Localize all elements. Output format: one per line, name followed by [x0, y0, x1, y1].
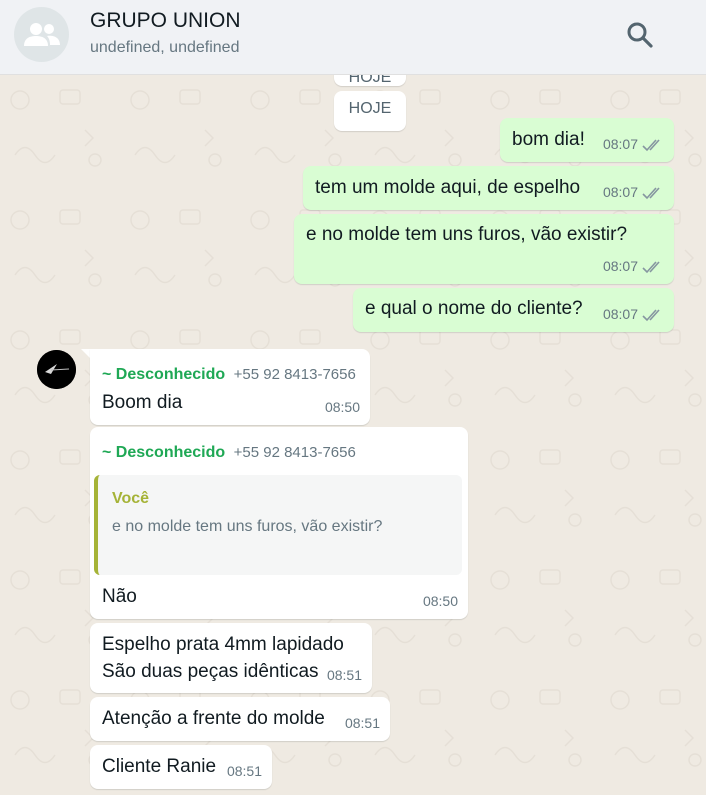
sender-avatar[interactable]: [37, 350, 76, 389]
message-meta: 08:07: [603, 301, 664, 328]
message-text-line1: Espelho prata 4mm lapidado: [102, 634, 344, 655]
date-chip-partial: HOJE: [334, 75, 406, 86]
date-chip-label: HOJE: [348, 100, 392, 117]
message-meta: 08:51: [345, 710, 380, 737]
double-check-icon: [642, 308, 660, 321]
message-out[interactable]: e no molde tem uns furos, vão existir? 0…: [294, 214, 674, 284]
double-check-icon: [642, 260, 660, 273]
sender-name[interactable]: ~ Desconhecido: [102, 366, 225, 383]
message-meta: 08:07: [603, 131, 664, 158]
message-time: 08:50: [324, 399, 360, 415]
message-text-line2: São duas peças idênticas: [102, 661, 319, 682]
quote-text: e no molde tem uns furos, vão existir?: [112, 518, 383, 535]
sender-line: ~ Desconhecido +55 92 8413-7656: [102, 361, 356, 388]
message-text: tem um molde aqui, de espelho: [315, 177, 581, 198]
message-text: e no molde tem uns furos, vão existir?: [306, 224, 628, 245]
message-meta: 08:07: [603, 253, 664, 280]
search-button[interactable]: [624, 19, 656, 51]
message-time: 08:07: [602, 258, 638, 274]
message-time: 08:50: [422, 593, 458, 609]
message-out[interactable]: bom dia! 08:07: [500, 118, 674, 162]
message-in[interactable]: ~ Desconhecido +55 92 8413-7656 Boom dia…: [90, 349, 370, 425]
message-time: 08:07: [602, 136, 638, 152]
search-icon: [627, 22, 653, 48]
message-text: Boom dia: [102, 392, 183, 413]
double-check-icon: [642, 138, 660, 151]
message-time: 08:07: [602, 184, 638, 200]
group-subtitle: undefined, undefined: [90, 39, 240, 56]
message-in[interactable]: Cliente Ranie 08:51: [90, 745, 272, 789]
group-title[interactable]: GRUPO UNION: [90, 9, 241, 33]
sender-name[interactable]: ~ Desconhecido: [102, 444, 225, 461]
message-in[interactable]: Atenção a frente do molde 08:51: [90, 697, 390, 741]
message-in[interactable]: Espelho prata 4mm lapidado São duas peça…: [90, 623, 372, 693]
message-meta: 08:07: [603, 179, 664, 206]
message-in[interactable]: ~ Desconhecido +55 92 8413-7656 Você e n…: [90, 427, 468, 619]
message-text: Não: [102, 586, 137, 607]
message-text: e qual o nome do cliente?: [365, 298, 583, 319]
sender-phone[interactable]: +55 92 8413-7656: [234, 444, 356, 461]
message-text: Cliente Ranie: [102, 756, 217, 777]
message-out[interactable]: tem um molde aqui, de espelho 08:07: [303, 166, 674, 210]
message-meta: 08:51: [327, 662, 362, 689]
group-avatar[interactable]: [14, 7, 69, 62]
message-meta: 08:51: [227, 758, 262, 785]
message-time: 08:51: [326, 667, 362, 683]
sender-phone[interactable]: +55 92 8413-7656: [234, 366, 356, 383]
message-meta: 08:50: [423, 588, 458, 615]
message-out[interactable]: e qual o nome do cliente? 08:07: [353, 288, 674, 332]
logo-image: [37, 350, 76, 389]
message-meta: 08:50: [325, 394, 360, 421]
group-icon: [23, 22, 60, 46]
quoted-message[interactable]: Você e no molde tem uns furos, vão exist…: [94, 475, 462, 575]
sender-line: ~ Desconhecido +55 92 8413-7656: [102, 439, 356, 466]
message-list[interactable]: HOJE HOJE bom dia! 08:07 tem um molde aq…: [0, 75, 706, 795]
quote-author: Você: [112, 490, 150, 507]
message-time: 08:51: [226, 763, 262, 779]
chat-header: GRUPO UNION undefined, undefined: [0, 0, 706, 75]
message-time: 08:51: [344, 715, 380, 731]
message-text: bom dia!: [512, 129, 585, 150]
double-check-icon: [642, 186, 660, 199]
message-time: 08:07: [602, 306, 638, 322]
date-chip: HOJE: [334, 91, 406, 131]
date-chip-label: HOJE: [348, 75, 392, 86]
message-text: Atenção a frente do molde: [102, 708, 325, 729]
